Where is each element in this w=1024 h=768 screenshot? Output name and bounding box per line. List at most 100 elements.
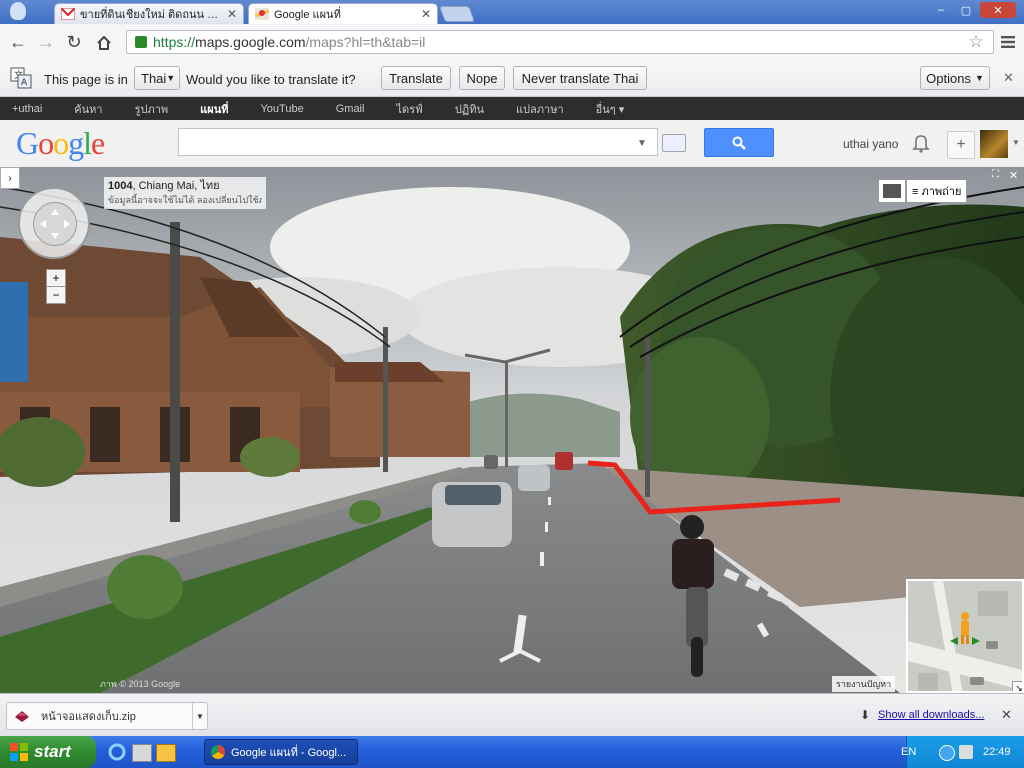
address-overlay: 1004, Chiang Mai, ไทย ข้อมูลนี้อาจจะใช้ไ… bbox=[104, 177, 266, 209]
language-value: Thai bbox=[141, 70, 167, 86]
taskbar-chrome-window[interactable]: Google แผนที่ - Googl... bbox=[204, 739, 358, 765]
svg-text:A: A bbox=[21, 78, 28, 88]
show-all-downloads-link[interactable]: Show all downloads... bbox=[878, 709, 984, 721]
share-plus-button[interactable]: + bbox=[947, 131, 975, 159]
start-label: start bbox=[34, 742, 71, 761]
keyboard-icon[interactable] bbox=[662, 134, 686, 152]
view-direction-icon bbox=[948, 635, 982, 647]
search-icon bbox=[732, 136, 746, 150]
pan-control[interactable] bbox=[18, 187, 90, 259]
home-icon[interactable] bbox=[92, 30, 116, 54]
google-maps-icon bbox=[254, 8, 270, 20]
new-tab-button[interactable] bbox=[439, 6, 475, 22]
windows-logo-icon bbox=[10, 743, 28, 761]
url-scheme: https:// bbox=[153, 34, 196, 50]
explorer-quicklaunch-icon[interactable] bbox=[156, 744, 176, 762]
tab-title: ขายที่ดินเชียงใหม่ ติดถนน ใกล้เมือง ราคา… bbox=[80, 9, 222, 21]
nope-button[interactable]: Nope bbox=[459, 66, 505, 90]
translate-message: This page is in bbox=[44, 72, 128, 87]
maps-search-button[interactable] bbox=[704, 128, 774, 157]
windows-taskbar: start Google แผนที่ - Googl... EN 22:49 bbox=[0, 736, 1024, 768]
address-line-1: 1004, Chiang Mai, ไทย bbox=[108, 179, 262, 193]
photo-view-button[interactable]: ≡ ภาพถ่าย bbox=[906, 179, 968, 203]
close-infobar-icon[interactable]: ✕ bbox=[1003, 70, 1014, 86]
zoom-in-button[interactable]: + bbox=[46, 269, 66, 287]
chrome-user-icon[interactable] bbox=[10, 2, 26, 20]
tab-gmail[interactable]: ขายที่ดินเชียงใหม่ ติดถนน ใกล้เมือง ราคา… bbox=[54, 3, 244, 24]
search-dropdown-icon[interactable]: ▼ bbox=[637, 138, 647, 149]
collapse-minimap-icon[interactable]: ↘ bbox=[1012, 681, 1022, 691]
gbar-item-drive[interactable]: ไดรฟ์ bbox=[396, 100, 422, 118]
download-item[interactable]: หน้าจอแสดงเก็บ.zip ▼ bbox=[6, 702, 208, 730]
language-indicator[interactable]: EN bbox=[901, 746, 916, 758]
close-tab-icon[interactable]: ✕ bbox=[421, 7, 431, 21]
gbar-item-plus[interactable]: +uthai bbox=[12, 103, 42, 115]
imagery-copyright: ภาพ © 2013 Google bbox=[100, 679, 181, 689]
street-view-image bbox=[0, 167, 1024, 693]
tab-title: Google แผนที่ bbox=[274, 9, 341, 21]
photo-thumbnail-icon[interactable] bbox=[878, 179, 906, 203]
account-dropdown-icon[interactable]: ▼ bbox=[1012, 138, 1020, 147]
start-button[interactable]: start bbox=[0, 736, 96, 768]
address-city: , Chiang Mai, ไทย bbox=[132, 180, 220, 192]
chrome-menu-icon[interactable] bbox=[996, 30, 1020, 54]
gbar-item-translate[interactable]: แปลภาษา bbox=[516, 100, 564, 118]
gbar-item-maps[interactable]: แผนที่ bbox=[200, 100, 228, 118]
dropdown-arrow-icon: ▼ bbox=[166, 73, 176, 83]
language-select[interactable]: Thai ▼ bbox=[134, 66, 180, 90]
close-window-button[interactable]: ✕ bbox=[980, 2, 1016, 18]
user-name[interactable]: uthai yano bbox=[843, 137, 898, 151]
chrome-icon bbox=[211, 745, 225, 759]
tab-google-maps[interactable]: Google แผนที่ ✕ bbox=[248, 3, 438, 24]
reload-icon[interactable]: ↻ bbox=[62, 30, 86, 54]
google-logo[interactable]: Google bbox=[16, 125, 105, 162]
gbar-item-images[interactable]: รูปภาพ bbox=[135, 100, 169, 118]
clock[interactable]: 22:49 bbox=[983, 746, 1011, 758]
network-icon[interactable] bbox=[939, 745, 955, 761]
taskbar-window-title: Google แผนที่ - Googl... bbox=[231, 747, 347, 759]
google-nav-bar: +uthai ค้นหา รูปภาพ แผนที่ YouTube Gmail… bbox=[0, 97, 1024, 120]
avatar[interactable] bbox=[980, 130, 1008, 158]
gmail-icon bbox=[60, 7, 76, 21]
address-bar[interactable]: https:// maps.google.com /maps?hl=th&tab… bbox=[126, 30, 994, 54]
translate-button[interactable]: Translate bbox=[381, 66, 451, 90]
street-view-panorama[interactable]: + − › 1004, Chiang Mai, ไทย ข้อมูลนี้อาจ… bbox=[0, 167, 1024, 693]
dropdown-arrow-icon: ▼ bbox=[974, 73, 984, 83]
lock-icon bbox=[135, 36, 147, 48]
system-tray: EN 22:49 bbox=[901, 736, 1024, 768]
show-desktop-icon[interactable] bbox=[132, 744, 152, 762]
browser-tab-strip: ขายที่ดินเชียงใหม่ ติดถนน ใกล้เมือง ราคา… bbox=[0, 0, 1024, 24]
download-menu-arrow-icon[interactable]: ▼ bbox=[192, 703, 207, 729]
zoom-out-button[interactable]: − bbox=[46, 286, 66, 304]
gbar-item-youtube[interactable]: YouTube bbox=[260, 103, 303, 115]
notification-bell-icon[interactable] bbox=[910, 132, 932, 154]
gbar-item-more[interactable]: อื่นๆ ▾ bbox=[596, 100, 625, 118]
gbar-item-search[interactable]: ค้นหา bbox=[74, 100, 102, 118]
report-problem-link[interactable]: รายงานปัญหา bbox=[832, 676, 896, 692]
address-number: 1004 bbox=[108, 180, 133, 192]
maximize-button[interactable]: ▢ bbox=[955, 2, 977, 18]
address-line-2: ข้อมูลนี้อาจจะใช้ไม่ได้ ลองเปลี่ยนไปใช้ภ… bbox=[108, 195, 262, 205]
mini-map[interactable]: ↘ bbox=[906, 579, 1024, 693]
ie-quicklaunch-icon[interactable] bbox=[108, 743, 126, 761]
gbar-item-gmail[interactable]: Gmail bbox=[336, 103, 365, 115]
download-arrow-icon: ⬇ bbox=[860, 708, 871, 722]
minimize-button[interactable]: – bbox=[930, 2, 952, 18]
bookmark-star-icon[interactable]: ☆ bbox=[964, 30, 988, 54]
back-arrow-icon[interactable]: ← bbox=[6, 30, 30, 54]
maps-search-input[interactable] bbox=[179, 129, 657, 155]
forward-arrow-icon[interactable]: → bbox=[34, 30, 58, 54]
never-translate-button[interactable]: Never translate Thai bbox=[513, 66, 647, 90]
close-download-shelf-icon[interactable]: ✕ bbox=[1001, 707, 1012, 723]
expand-panel-icon[interactable]: › bbox=[0, 167, 20, 189]
compass-icon bbox=[33, 202, 77, 246]
browser-toolbar: ← → ↻ https:// maps.google.com /maps?hl=… bbox=[0, 24, 1024, 61]
options-button[interactable]: Options ▼ bbox=[920, 66, 990, 90]
gbar-item-calendar[interactable]: ปฏิทิน bbox=[455, 100, 484, 118]
translate-icon: 文A bbox=[10, 67, 32, 89]
fullscreen-icon[interactable]: ⛶ bbox=[992, 169, 1005, 181]
close-streetview-icon[interactable]: ✕ bbox=[1009, 169, 1022, 182]
volume-icon[interactable] bbox=[959, 745, 973, 759]
close-tab-icon[interactable]: ✕ bbox=[227, 7, 237, 21]
translate-question: Would you like to translate it? bbox=[186, 72, 356, 87]
